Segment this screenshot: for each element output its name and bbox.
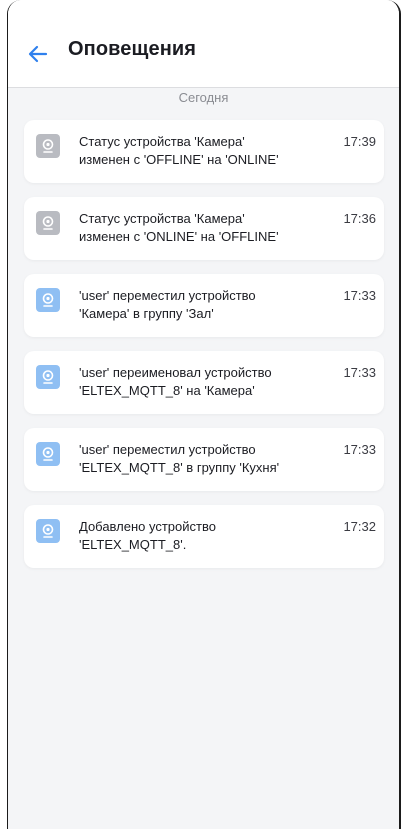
back-arrow-icon[interactable] xyxy=(26,42,50,66)
notification-item[interactable]: Добавлено устройство 'ELTEX_MQTT_8'. 17:… xyxy=(24,505,384,568)
notification-item[interactable]: Статус устройства 'Камера' изменен с 'ON… xyxy=(24,197,384,260)
camera-icon xyxy=(36,134,60,158)
notification-item[interactable]: Статус устройства 'Камера' изменен с 'OF… xyxy=(24,120,384,183)
camera-icon xyxy=(36,288,60,312)
notification-list: Статус устройства 'Камера' изменен с 'OF… xyxy=(24,120,384,582)
notification-time: 17:33 xyxy=(343,365,376,380)
notification-item[interactable]: 'user' переместил устройство 'ELTEX_MQTT… xyxy=(24,428,384,491)
notification-time: 17:39 xyxy=(343,134,376,149)
camera-icon xyxy=(36,442,60,466)
notification-time: 17:36 xyxy=(343,211,376,226)
notification-item[interactable]: 'user' переместил устройство 'Камера' в … xyxy=(24,274,384,337)
notification-time: 17:33 xyxy=(343,288,376,303)
notification-time: 17:33 xyxy=(343,442,376,457)
camera-icon xyxy=(36,365,60,389)
camera-icon xyxy=(36,519,60,543)
date-separator: Сегодня xyxy=(178,90,229,105)
notification-item[interactable]: 'user' переименовал устройство 'ELTEX_MQ… xyxy=(24,351,384,414)
notification-text: Добавлено устройство 'ELTEX_MQTT_8'. xyxy=(79,519,216,552)
notification-text: 'user' переместил устройство 'ELTEX_MQTT… xyxy=(79,442,280,475)
camera-icon xyxy=(36,211,60,235)
page-title: Оповещения xyxy=(68,38,197,60)
notification-text: 'user' переместил устройство 'Камера' в … xyxy=(79,288,256,321)
app-screen: Оповещения Сегодня Статус устройства 'Ка… xyxy=(7,0,401,829)
notification-text: 'user' переименовал устройство 'ELTEX_MQ… xyxy=(79,365,272,398)
notification-text: Статус устройства 'Камера' изменен с 'OF… xyxy=(79,134,279,167)
notification-time: 17:32 xyxy=(343,519,376,534)
top-bar: Оповещения xyxy=(8,0,399,88)
notification-text: Статус устройства 'Камера' изменен с 'ON… xyxy=(79,211,279,244)
